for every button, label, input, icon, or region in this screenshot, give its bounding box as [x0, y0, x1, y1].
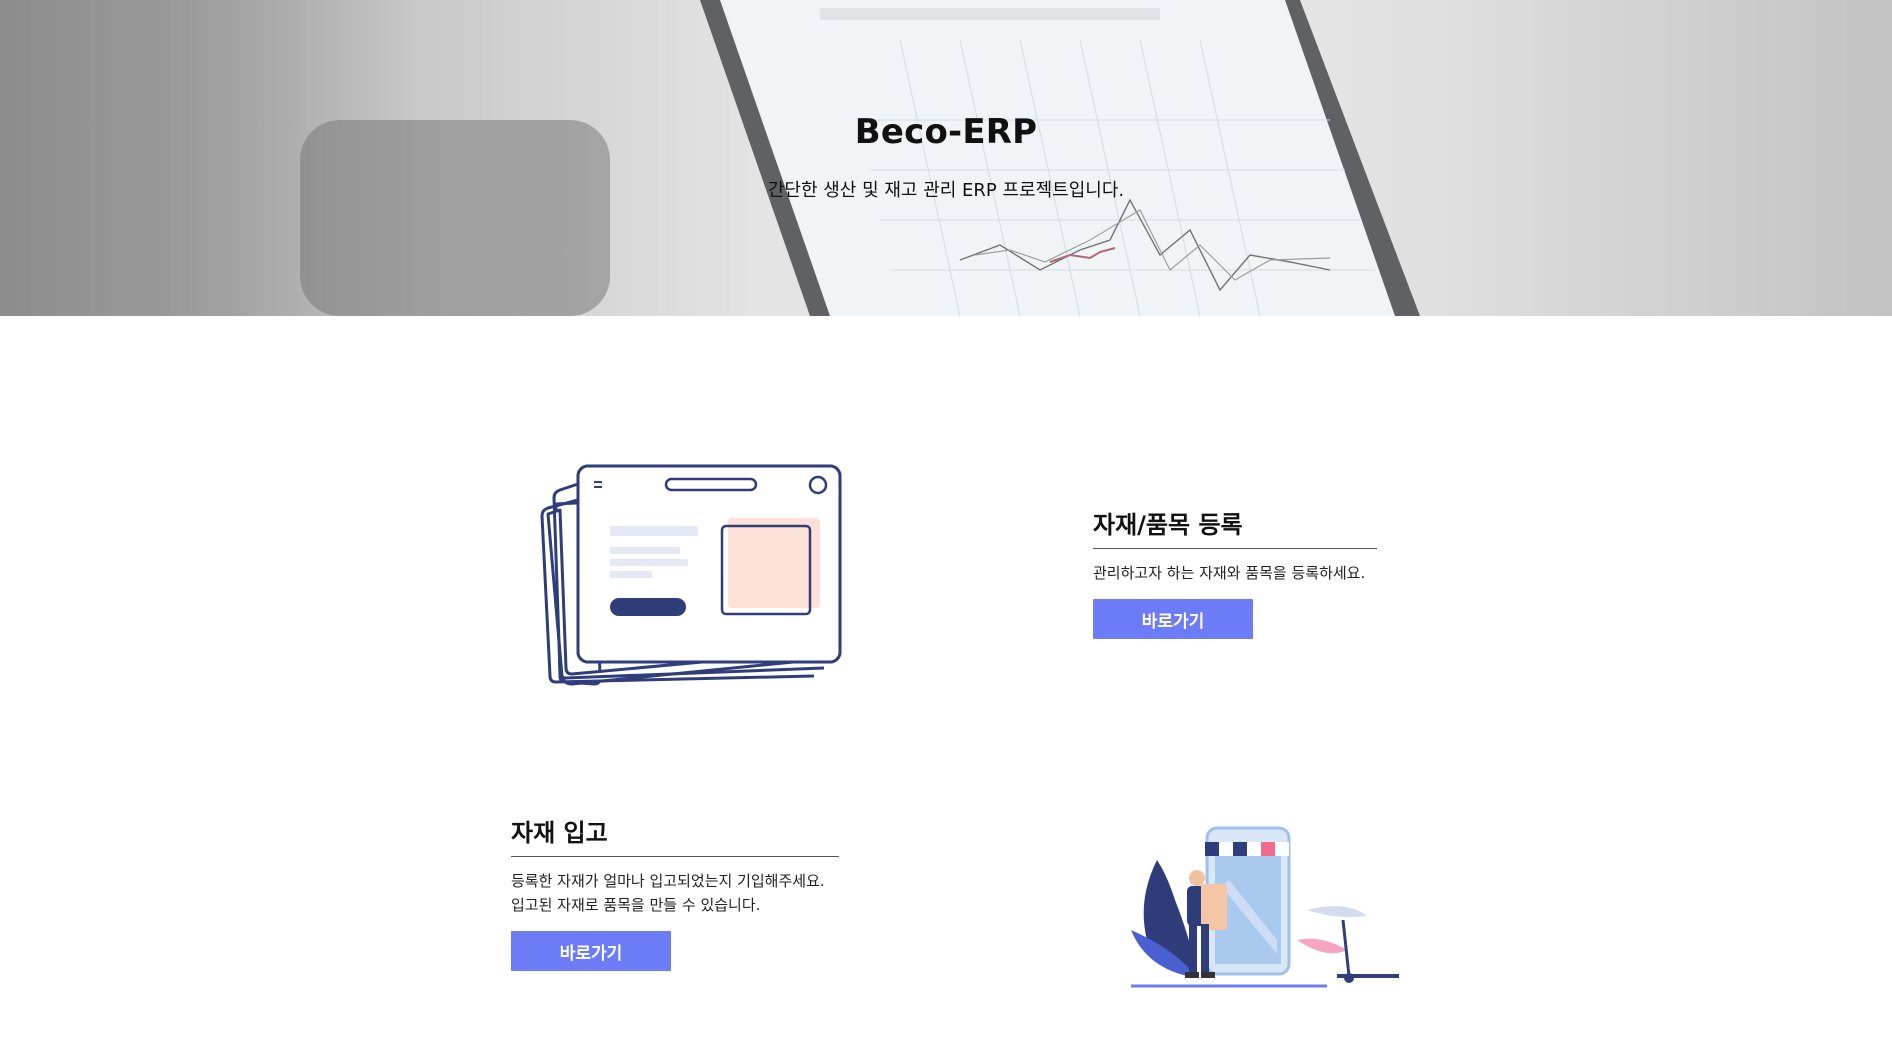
hero-title: Beco-ERP — [854, 112, 1038, 152]
browser-cards-icon — [540, 464, 842, 686]
feature-register-materials: 자재/품목 등록 관리하고자 하는 자재와 품목을 등록하세요. 바로가기 — [1093, 505, 1377, 639]
go-to-receiving-button[interactable]: 바로가기 — [511, 931, 671, 971]
feature-description-line: 입고된 자재로 품목을 만들 수 있습니다. — [511, 896, 761, 914]
feature-material-receiving: 자재 입고 등록한 자재가 얼마나 입고되었는지 기입해주세요. 입고된 자재로… — [511, 813, 839, 971]
feature-description: 등록한 자재가 얼마나 입고되었는지 기입해주세요. 입고된 자재로 품목을 만… — [511, 869, 839, 917]
hero-laptop-background-image — [0, 0, 1892, 316]
feature-title: 자재/품목 등록 — [1093, 505, 1377, 549]
delivery-store-icon — [1131, 826, 1399, 988]
feature-description: 관리하고자 하는 자재와 품목을 등록하세요. — [1093, 561, 1377, 585]
hero-subtitle: 간단한 생산 및 재고 관리 ERP 프로젝트입니다. — [767, 180, 1125, 201]
feature-title: 자재 입고 — [511, 813, 839, 857]
go-to-register-button[interactable]: 바로가기 — [1093, 599, 1253, 639]
feature-description-line: 관리하고자 하는 자재와 품목을 등록하세요. — [1093, 564, 1366, 582]
hero-banner: Beco-ERP 간단한 생산 및 재고 관리 ERP 프로젝트입니다. — [0, 0, 1892, 316]
feature-description-line: 등록한 자재가 얼마나 입고되었는지 기입해주세요. — [511, 872, 825, 890]
